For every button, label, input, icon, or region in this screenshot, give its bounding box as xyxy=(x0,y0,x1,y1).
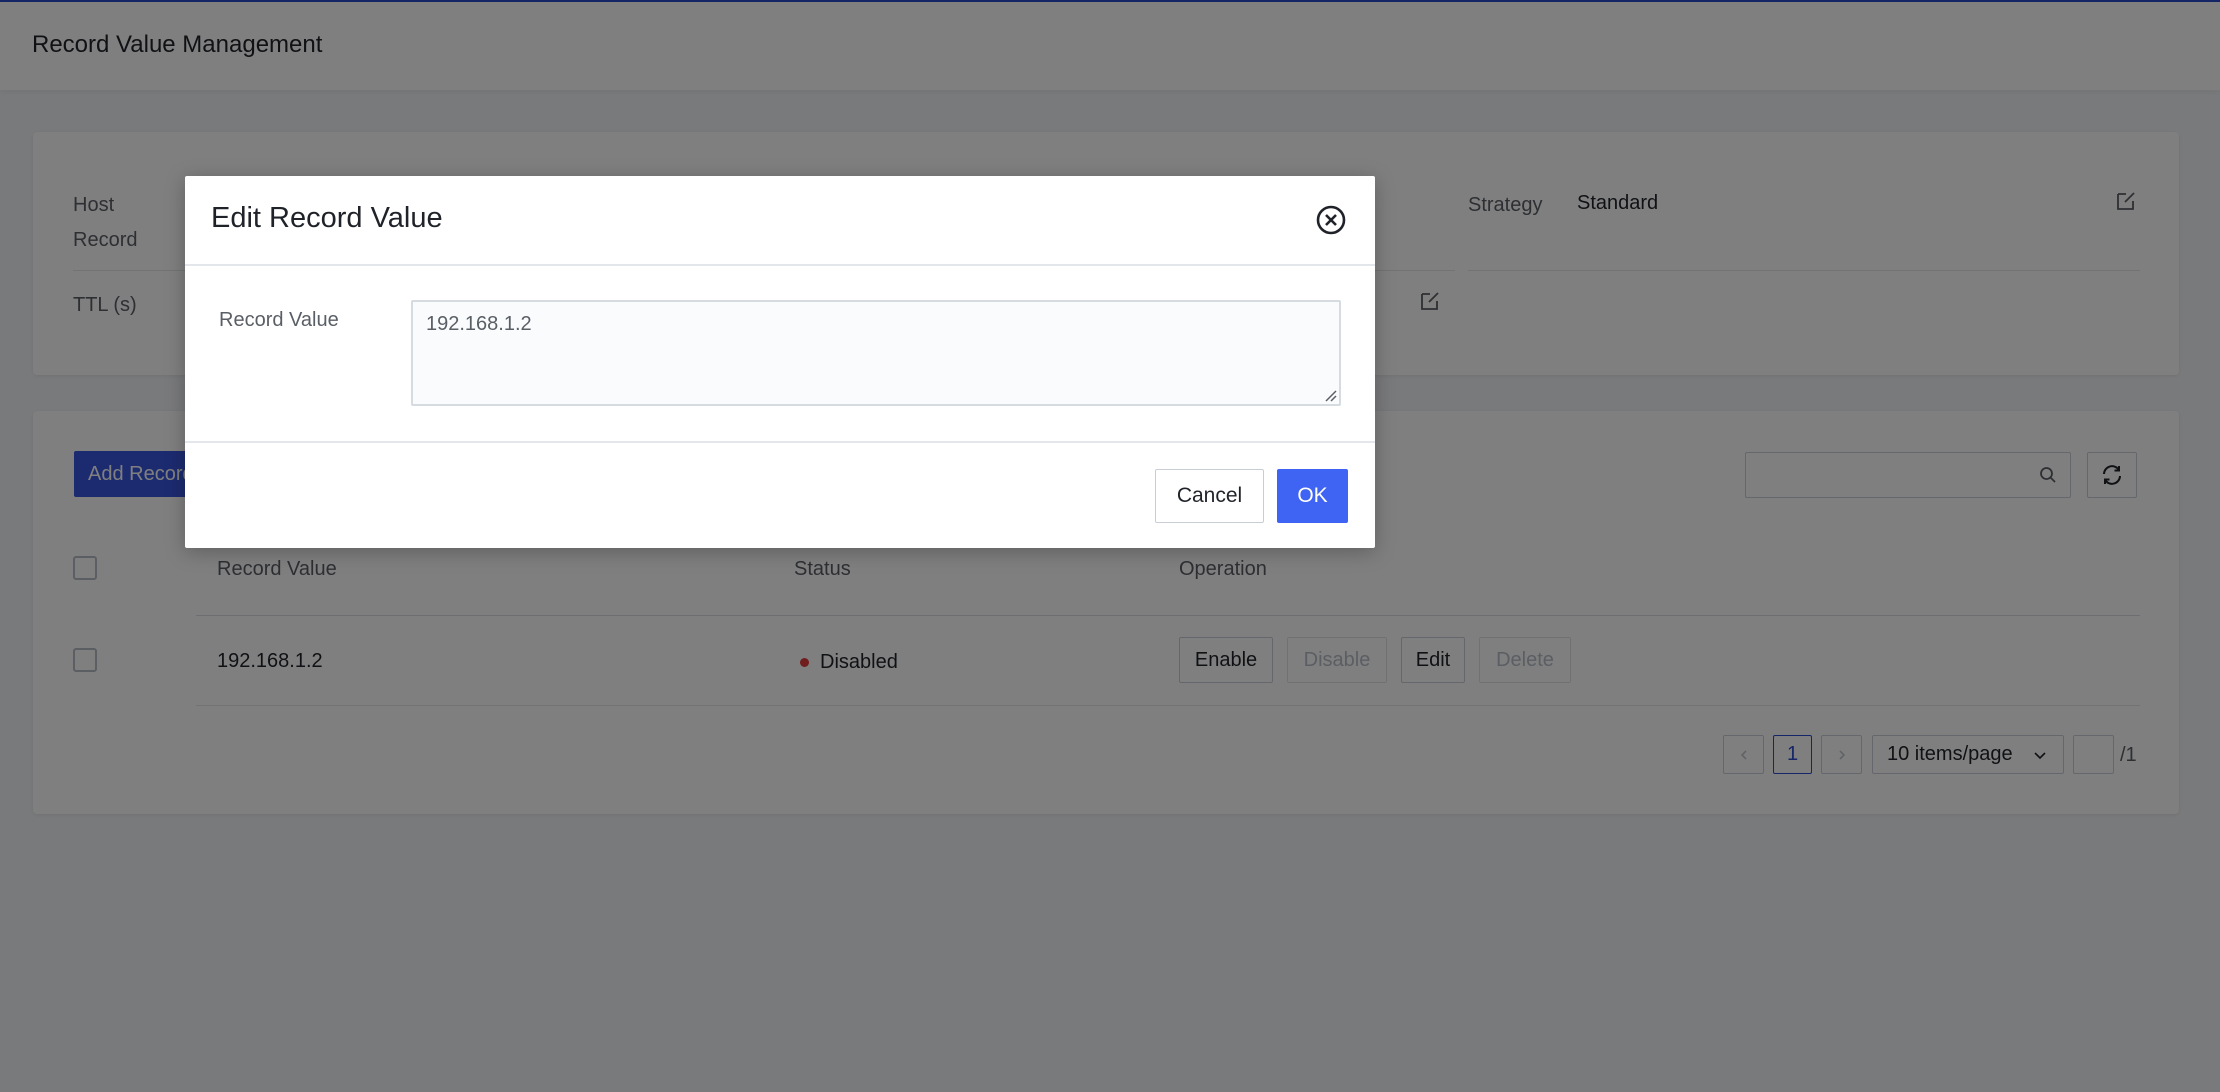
page: Record Value Management Host Record TTL … xyxy=(0,0,2220,1092)
edit-record-modal: Edit Record Value Record Value 192.168.1… xyxy=(185,176,1375,548)
ok-button[interactable]: OK xyxy=(1277,469,1348,523)
resize-handle-icon[interactable] xyxy=(1323,388,1337,402)
modal-header-divider xyxy=(185,264,1375,266)
record-value-label: Record Value xyxy=(219,309,339,331)
close-icon[interactable] xyxy=(1315,204,1347,236)
modal-title: Edit Record Value xyxy=(211,202,443,234)
modal-footer-divider xyxy=(185,441,1375,443)
record-value-textarea[interactable]: 192.168.1.2 xyxy=(411,300,1341,406)
cancel-button[interactable]: Cancel xyxy=(1155,469,1264,523)
